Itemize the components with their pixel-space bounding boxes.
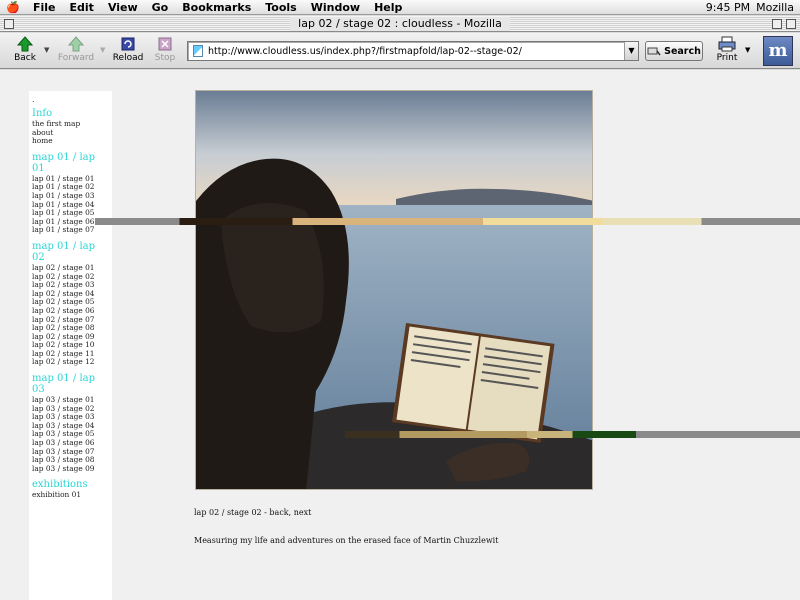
back-button[interactable]: Back	[8, 35, 42, 67]
window-title-bar[interactable]: lap 02 / stage 02 : cloudless - Mozilla	[0, 16, 800, 32]
search-icon	[647, 47, 661, 56]
reload-icon	[121, 37, 135, 51]
apple-menu-icon[interactable]: 🍎	[0, 1, 26, 14]
sidebar-heading-exhibitions: exhibitions	[32, 479, 88, 491]
render-glitch-bar-upper	[95, 218, 800, 225]
sidebar-heading-info: Info	[32, 108, 53, 119]
caption-prefix: lap 02 / stage 02 -	[194, 508, 270, 517]
menubar-clock: 9:45 PM	[705, 0, 751, 14]
search-label: Search	[664, 45, 701, 57]
reload-button[interactable]: Reload	[111, 35, 145, 67]
navigation-toolbar: Back ▼ Forward ▼ Reload Stop ▼ Search Pr…	[0, 33, 800, 69]
stop-icon	[158, 37, 172, 51]
sidebar-heading-lap02: map 01 / lap 02	[32, 240, 96, 263]
page-content: . Info the first map about home map 01 /…	[0, 70, 800, 600]
sidebar-link-lap02-stage12[interactable]: lap 02 / stage 12	[32, 358, 109, 367]
photo-description: Measuring my life and adventures on the …	[194, 536, 499, 545]
stop-button[interactable]: Stop	[148, 35, 182, 67]
menu-bar: 🍎 File Edit View Go Bookmarks Tools Wind…	[0, 0, 800, 15]
menu-file[interactable]: File	[26, 0, 63, 15]
stop-label: Stop	[154, 53, 176, 63]
url-history-dropdown[interactable]: ▼	[624, 42, 638, 60]
sidebar-link-exhibition01[interactable]: exhibition 01	[32, 491, 109, 500]
menu-go[interactable]: Go	[145, 0, 176, 15]
printer-icon	[718, 36, 736, 52]
search-button[interactable]: Search	[645, 41, 703, 61]
menu-tools[interactable]: Tools	[258, 0, 303, 15]
print-button[interactable]: Print	[712, 35, 742, 67]
reload-label: Reload	[112, 53, 144, 63]
render-glitch-bar-lower	[345, 431, 800, 438]
window-title: lap 02 / stage 02 : cloudless - Mozilla	[290, 16, 510, 31]
menubar-status: 9:45 PM Mozilla	[706, 1, 800, 14]
back-arrow-icon	[17, 36, 33, 52]
sidebar-link-lap01-stage07[interactable]: lap 01 / stage 07	[32, 226, 109, 235]
window-zoom-box[interactable]	[772, 19, 782, 29]
menu-help[interactable]: Help	[367, 0, 409, 15]
site-sidebar: . Info the first map about home map 01 /…	[29, 91, 112, 600]
menu-edit[interactable]: Edit	[63, 0, 101, 15]
sidebar-link-lap03-stage09[interactable]: lap 03 / stage 09	[32, 464, 109, 474]
forward-label: Forward	[57, 53, 95, 63]
url-input[interactable]	[208, 45, 628, 57]
menu-window[interactable]: Window	[304, 0, 367, 15]
url-bar[interactable]: ▼	[187, 41, 639, 61]
back-label: Back	[14, 53, 36, 63]
application-menu[interactable]: Mozilla	[756, 1, 794, 14]
forward-button[interactable]: Forward	[56, 35, 96, 67]
forward-arrow-icon	[68, 36, 84, 52]
sidebar-heading-lap03: map 01 / lap 03	[32, 373, 96, 396]
next-link[interactable]: next	[294, 508, 312, 517]
mozilla-throbber-icon[interactable]: m	[763, 36, 793, 66]
sidebar-link-home[interactable]: home	[32, 137, 109, 146]
forward-history-arrow-icon[interactable]: ▼	[100, 46, 105, 54]
menu-bookmarks[interactable]: Bookmarks	[175, 0, 258, 15]
sidebar-dot: .	[32, 95, 35, 104]
print-label: Print	[716, 53, 738, 63]
window-close-box[interactable]	[4, 19, 14, 29]
print-options-arrow-icon[interactable]: ▼	[745, 46, 750, 54]
main-photograph	[195, 90, 593, 490]
back-link[interactable]: back	[269, 508, 288, 517]
sidebar-heading-lap01: map 01 / lap 01	[32, 151, 96, 174]
window-collapse-box[interactable]	[786, 19, 796, 29]
page-proxy-icon[interactable]	[193, 45, 203, 57]
menu-view[interactable]: View	[101, 0, 145, 15]
photo-caption: lap 02 / stage 02 - back, next	[194, 508, 311, 517]
back-history-arrow-icon[interactable]: ▼	[44, 46, 49, 54]
